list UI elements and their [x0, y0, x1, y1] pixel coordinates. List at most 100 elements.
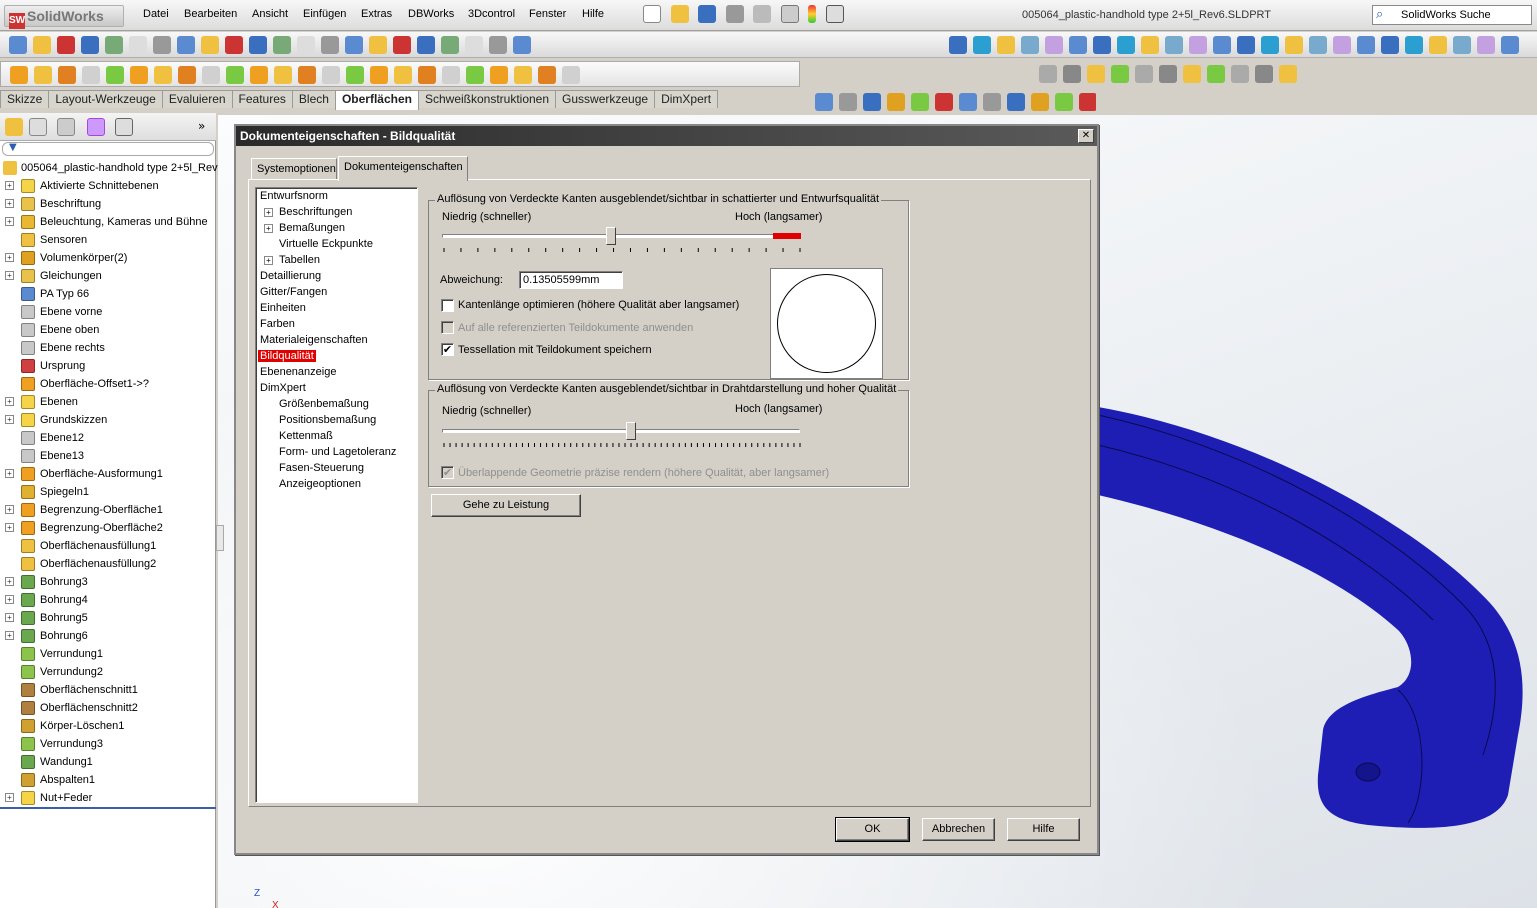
toolbar-tool-icon[interactable] — [1021, 36, 1039, 54]
toolbar-tool-icon[interactable] — [514, 66, 532, 84]
toolbar-tool-icon[interactable] — [129, 36, 147, 54]
toolbar-tool-icon[interactable] — [321, 36, 339, 54]
slider-thumb[interactable] — [605, 227, 616, 245]
expand-toggle-icon[interactable]: + — [5, 397, 14, 406]
expand-toggle-icon[interactable]: + — [5, 577, 14, 586]
toolbar-tool-icon[interactable] — [346, 66, 364, 84]
options-nav-item[interactable]: Fasen-Steuerung — [256, 460, 417, 476]
search-input[interactable]: SolidWorks Suche — [1372, 5, 1532, 25]
toolbar-tool-icon[interactable] — [815, 93, 833, 111]
expand-toggle-icon[interactable]: + — [5, 613, 14, 622]
toolbar-tool-icon[interactable] — [153, 36, 171, 54]
toolbar-tool-icon[interactable] — [1117, 36, 1135, 54]
toolbar-tool-icon[interactable] — [298, 66, 316, 84]
tab-dokumenteigenschaften[interactable]: Dokumenteigenschaften — [338, 156, 468, 181]
toolbar-tool-icon[interactable] — [1279, 65, 1297, 83]
new-document-icon[interactable] — [643, 5, 661, 23]
toolbar-tool-icon[interactable] — [178, 66, 196, 84]
expand-toggle-icon[interactable]: + — [5, 253, 14, 262]
goto-performance-button[interactable]: Gehe zu Leistung — [431, 494, 581, 517]
expand-toggle-icon[interactable]: + — [5, 469, 14, 478]
menu-4[interactable]: Extras — [361, 8, 392, 20]
options-nav-item[interactable]: DimXpert — [256, 380, 417, 396]
feature-tree-item[interactable]: Körper-Löschen1 — [0, 717, 216, 735]
toolbar-tool-icon[interactable] — [1381, 36, 1399, 54]
toolbar-tool-icon[interactable] — [250, 66, 268, 84]
options-nav-item[interactable]: Kettenmaß — [256, 428, 417, 444]
toolbar-tool-icon[interactable] — [1405, 36, 1423, 54]
toolbar-tool-icon[interactable] — [935, 93, 953, 111]
expand-toggle-icon[interactable]: + — [5, 199, 14, 208]
options-nav-item[interactable]: Farben — [256, 316, 417, 332]
toolbar-tool-icon[interactable] — [1093, 36, 1111, 54]
toolbar-tool-icon[interactable] — [1501, 36, 1519, 54]
feature-tree-item[interactable]: Oberflächenschnitt2 — [0, 699, 216, 717]
configuration-manager-tab-icon[interactable] — [57, 118, 75, 136]
command-tab-6[interactable]: Schweißkonstruktionen — [417, 90, 557, 108]
toolbar-tool-icon[interactable] — [394, 66, 412, 84]
toolbar-tool-icon[interactable] — [34, 66, 52, 84]
toolbar-tool-icon[interactable] — [466, 66, 484, 84]
toolbar-tool-icon[interactable] — [273, 36, 291, 54]
options-nav-item[interactable]: + Tabellen — [256, 252, 417, 268]
feature-tree-item[interactable]: + Begrenzung-Oberfläche2 — [0, 519, 216, 537]
feature-tree-item[interactable]: Ebene12 — [0, 429, 216, 447]
toolbar-tool-icon[interactable] — [1261, 36, 1279, 54]
open-folder-icon[interactable] — [670, 5, 689, 23]
toolbar-tool-icon[interactable] — [490, 66, 508, 84]
feature-tree-item[interactable]: + Nut+Feder — [0, 789, 216, 807]
feature-tree-root[interactable]: 005064_plastic-handhold type 2+5l_Rev — [0, 159, 218, 177]
toolbar-tool-icon[interactable] — [983, 93, 1001, 111]
feature-tree-item[interactable]: Ursprung — [0, 357, 216, 375]
feature-tree-item[interactable]: Spiegeln1 — [0, 483, 216, 501]
close-button[interactable]: ✕ — [1078, 129, 1094, 143]
toolbar-tool-icon[interactable] — [1255, 65, 1273, 83]
toolbar-tool-icon[interactable] — [370, 66, 388, 84]
toolbar-tool-icon[interactable] — [418, 66, 436, 84]
toolbar-tool-icon[interactable] — [1237, 36, 1255, 54]
toolbar-tool-icon[interactable] — [81, 36, 99, 54]
menu-7[interactable]: Fenster — [529, 8, 566, 20]
command-tab-4[interactable]: Blech — [291, 90, 336, 108]
toolbar-tool-icon[interactable] — [225, 36, 243, 54]
toolbar-tool-icon[interactable] — [1087, 65, 1105, 83]
menu-5[interactable]: DBWorks — [408, 8, 454, 20]
feature-tree-item[interactable]: + Bohrung4 — [0, 591, 216, 609]
ok-button[interactable]: OK — [835, 817, 910, 842]
feature-tree-item[interactable]: Oberflächenausfüllung2 — [0, 555, 216, 573]
options-nav-item[interactable]: Anzeigeoptionen — [256, 476, 417, 492]
toolbar-tool-icon[interactable] — [57, 36, 75, 54]
feature-tree-item[interactable]: Oberflächenausfüllung1 — [0, 537, 216, 555]
options-nav-item[interactable]: Einheiten — [256, 300, 417, 316]
toolbar-tool-icon[interactable] — [973, 36, 991, 54]
command-tab-1[interactable]: Layout-Werkzeuge — [48, 90, 163, 108]
toolbar-tool-icon[interactable] — [959, 93, 977, 111]
menu-0[interactable]: Datei — [143, 8, 169, 20]
select-pointer-icon[interactable] — [780, 5, 799, 23]
feature-tree-item[interactable]: Ebene oben — [0, 321, 216, 339]
toolbar-tool-icon[interactable] — [1031, 93, 1049, 111]
expand-toggle-icon[interactable]: + — [5, 793, 14, 802]
toolbar-tool-icon[interactable] — [322, 66, 340, 84]
expand-toggle-icon[interactable]: + — [5, 181, 14, 190]
feature-tree-item[interactable]: + Grundskizzen — [0, 411, 216, 429]
toolbar-tool-icon[interactable] — [1007, 93, 1025, 111]
toolbar-tool-icon[interactable] — [393, 36, 411, 54]
expand-toggle-icon[interactable]: + — [5, 217, 14, 226]
toolbar-tool-icon[interactable] — [1285, 36, 1303, 54]
toolbar-tool-icon[interactable] — [1055, 93, 1073, 111]
command-tab-7[interactable]: Gusswerkzeuge — [555, 90, 656, 108]
feature-tree-item[interactable]: Ebene13 — [0, 447, 216, 465]
toolbar-tool-icon[interactable] — [106, 66, 124, 84]
toolbar-tool-icon[interactable] — [1231, 65, 1249, 83]
wireframe-quality-slider[interactable] — [442, 421, 802, 451]
toolbar-tool-icon[interactable] — [202, 66, 220, 84]
toolbar-tool-icon[interactable] — [345, 36, 363, 54]
options-nav-item[interactable]: Virtuelle Eckpunkte — [256, 236, 417, 252]
toolbar-tool-icon[interactable] — [130, 66, 148, 84]
menu-3[interactable]: Einfügen — [303, 8, 346, 20]
feature-tree-item[interactable]: + Oberfläche-Ausformung1 — [0, 465, 216, 483]
tab-systemoptionen[interactable]: Systemoptionen — [251, 158, 337, 180]
options-nav-item[interactable]: Ebenenanzeige — [256, 364, 417, 380]
optimize-edge-checkbox[interactable] — [441, 299, 454, 312]
